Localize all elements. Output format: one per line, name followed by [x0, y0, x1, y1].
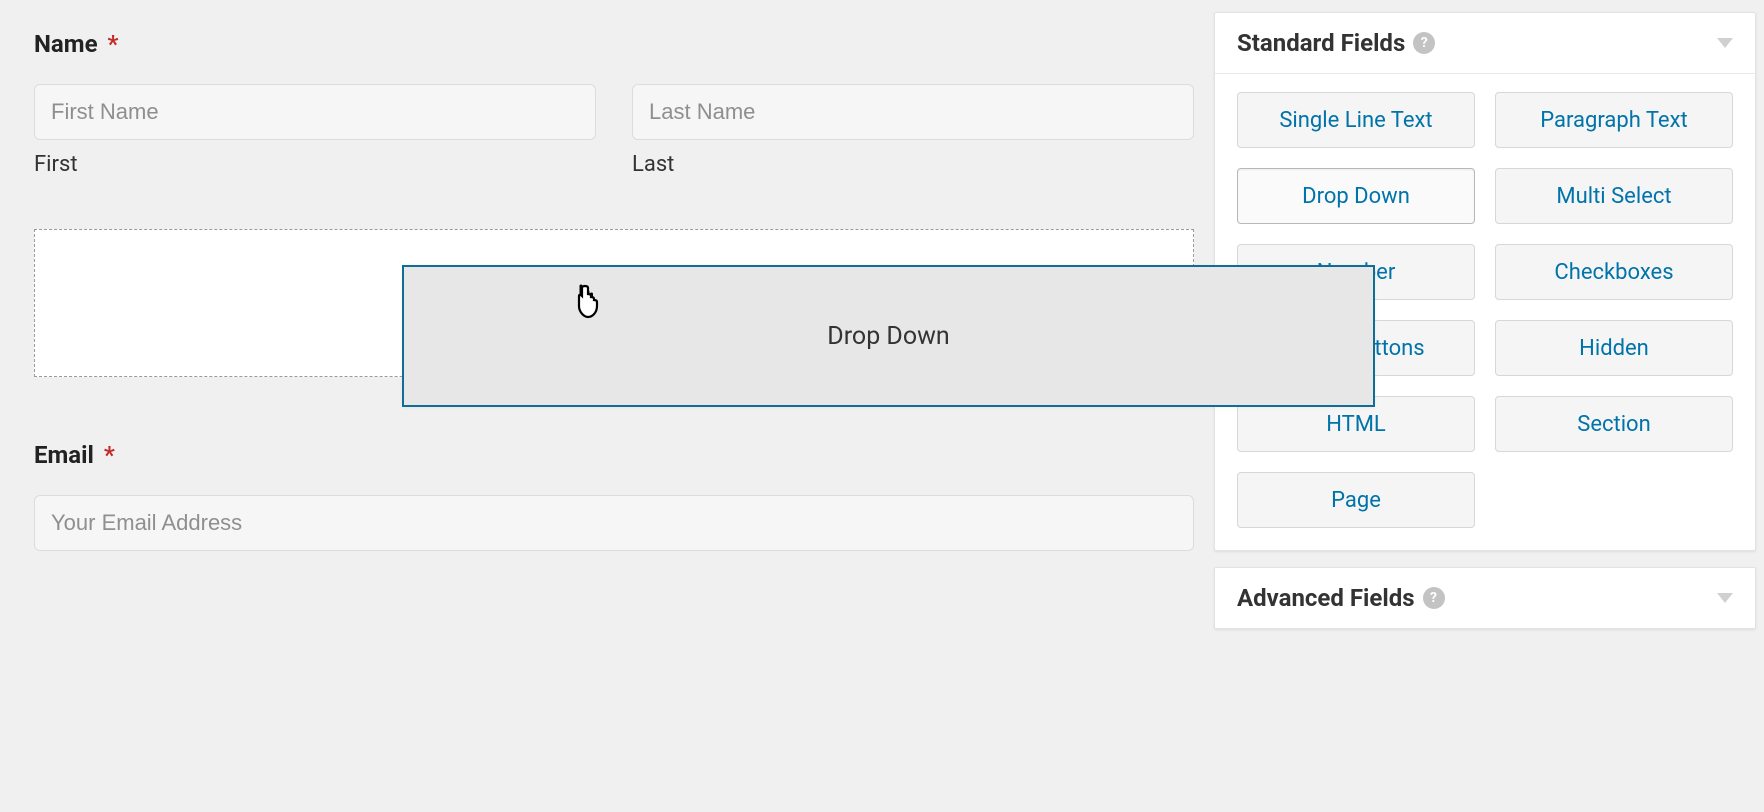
field-hidden[interactable]: Hidden: [1495, 320, 1733, 376]
email-label-text: Email: [34, 441, 94, 469]
field-page[interactable]: Page: [1237, 472, 1475, 528]
last-name-input[interactable]: [632, 84, 1194, 140]
first-name-sublabel: First: [34, 152, 596, 177]
form-canvas: Name * First Last Email *: [0, 0, 1214, 812]
advanced-fields-panel: Advanced Fields ?: [1214, 567, 1756, 629]
advanced-fields-title: Advanced Fields: [1237, 584, 1415, 612]
first-name-input[interactable]: [34, 84, 596, 140]
field-drop-down[interactable]: Drop Down: [1237, 168, 1475, 224]
field-checkboxes[interactable]: Checkboxes: [1495, 244, 1733, 300]
name-field-block: Name * First Last: [34, 30, 1194, 177]
standard-fields-header[interactable]: Standard Fields ?: [1215, 13, 1755, 74]
field-single-line-text[interactable]: Single Line Text: [1237, 92, 1475, 148]
email-field-label: Email *: [34, 441, 1194, 469]
drag-ghost-label: Drop Down: [827, 322, 949, 351]
chevron-down-icon: [1717, 38, 1733, 48]
required-marker: *: [104, 441, 115, 469]
email-field-block: Email *: [34, 441, 1194, 551]
drag-ghost-dropdown[interactable]: Drop Down: [402, 265, 1375, 407]
help-icon[interactable]: ?: [1423, 587, 1445, 609]
field-paragraph-text[interactable]: Paragraph Text: [1495, 92, 1733, 148]
name-label-text: Name: [34, 30, 98, 58]
name-field-label: Name *: [34, 30, 1194, 58]
email-input[interactable]: [34, 495, 1194, 551]
field-multi-select[interactable]: Multi Select: [1495, 168, 1733, 224]
standard-fields-title: Standard Fields: [1237, 29, 1405, 57]
chevron-down-icon: [1717, 593, 1733, 603]
field-section[interactable]: Section: [1495, 396, 1733, 452]
advanced-fields-header[interactable]: Advanced Fields ?: [1215, 568, 1755, 628]
last-name-sublabel: Last: [632, 152, 1194, 177]
required-marker: *: [108, 30, 119, 58]
help-icon[interactable]: ?: [1413, 32, 1435, 54]
